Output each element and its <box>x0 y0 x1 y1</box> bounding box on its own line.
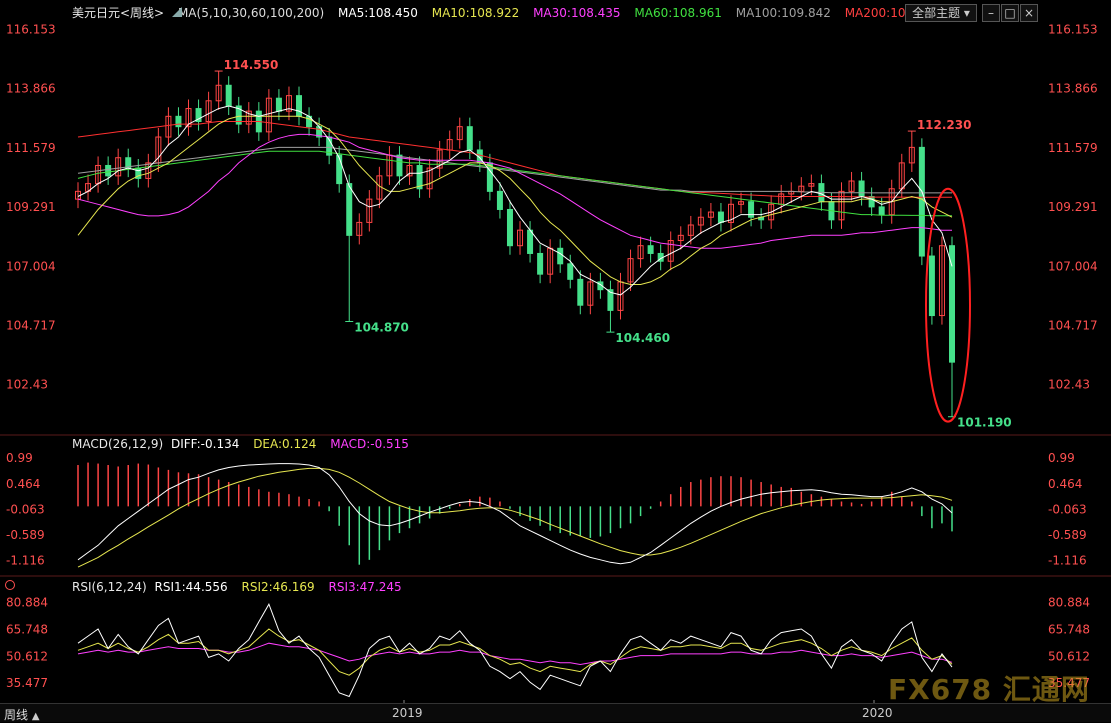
theme-button[interactable]: 全部主题 ▾ <box>905 4 977 22</box>
rsi-tick-right: 50.612 <box>1048 649 1090 663</box>
rsi-tick-left: 80.884 <box>6 596 48 610</box>
price-tick-right: 104.717 <box>1048 318 1098 332</box>
candle-body <box>567 263 574 280</box>
macd-tick-right: -1.116 <box>1048 554 1087 568</box>
candle-body <box>537 252 544 275</box>
year-label-2020: 2020 <box>862 706 893 720</box>
macd-config-label: MACD(26,12,9) <box>72 437 164 451</box>
ma5-value: MA5:108.450 <box>338 6 418 20</box>
theme-button-label: 全部主题 <box>912 6 961 20</box>
price-annotation: 114.550 <box>224 58 279 72</box>
period-selector[interactable]: 周线 ▲ <box>4 706 40 723</box>
macd-tick-left: -0.063 <box>6 502 45 516</box>
ma60-value: MA60:108.961 <box>634 6 722 20</box>
price-tick-right: 102.43 <box>1048 378 1090 392</box>
candle-body <box>506 208 513 247</box>
rsi-tick-left: 50.612 <box>6 649 48 663</box>
ma-config-label: MA(5,10,30,60,100,200) <box>177 6 325 20</box>
candle-body <box>175 115 182 128</box>
candle-body <box>868 196 875 208</box>
price-tick-right: 111.579 <box>1048 141 1098 155</box>
price-annotation: 112.230 <box>917 118 972 132</box>
candle-body <box>275 97 282 112</box>
candle-body <box>577 278 584 306</box>
candle-body <box>225 84 232 107</box>
price-tick-right: 116.153 <box>1048 23 1098 37</box>
candle-body <box>527 229 534 254</box>
ma30-value: MA30:108.435 <box>533 6 621 20</box>
candle-body <box>928 255 935 317</box>
macd-tick-left: 0.464 <box>6 477 40 491</box>
price-tick-right: 109.291 <box>1048 200 1098 214</box>
ma100-value: MA100:109.842 <box>735 6 831 20</box>
candle-body <box>296 95 303 117</box>
candle-body <box>918 146 925 257</box>
macd-tick-right: 0.99 <box>1048 451 1075 465</box>
candle-body <box>949 245 955 363</box>
price-tick-left: 113.866 <box>6 82 56 96</box>
price-tick-left: 104.717 <box>6 318 56 332</box>
rsi-tick-right: 65.748 <box>1048 622 1090 636</box>
price-tick-left: 102.43 <box>6 378 48 392</box>
candle-body <box>858 180 865 198</box>
candle-body <box>496 190 503 210</box>
chart-canvas[interactable]: 116.153 116.153 113.866 113.866 111.579 111.5… <box>0 0 1111 721</box>
macd-tick-left: -1.116 <box>6 554 45 568</box>
price-tick-left: 109.291 <box>6 200 56 214</box>
price-tick-right: 113.866 <box>1048 82 1098 96</box>
candle-body <box>878 206 885 216</box>
macd-header: MACD(26,12,9) DIFF:-0.134 DEA:0.124 MACD… <box>72 437 419 451</box>
rsi-tick-left: 65.748 <box>6 622 48 636</box>
rsi-tick-right: 80.884 <box>1048 596 1090 610</box>
close-icon[interactable]: × <box>1020 4 1038 22</box>
candle-body <box>647 245 654 254</box>
chevron-down-icon: ▾ <box>963 6 970 20</box>
candle-body <box>336 154 343 185</box>
price-annotation: 101.190 <box>957 416 1012 430</box>
price-annotation: 104.870 <box>354 321 409 335</box>
macd-diff-value: DIFF:-0.134 <box>170 437 240 451</box>
macd-dea-value: DEA:0.124 <box>253 437 317 451</box>
price-tick-left: 107.004 <box>6 259 56 273</box>
rsi-config-label: RSI(6,12,24) <box>72 580 147 594</box>
candle-body <box>717 211 724 223</box>
candle-body <box>105 164 112 177</box>
price-tick-left: 116.153 <box>6 23 56 37</box>
candle-body <box>466 126 473 151</box>
macd-tick-right: 0.464 <box>1048 477 1082 491</box>
bottom-bar: 周线 ▲ 2019 2020 <box>0 703 1111 722</box>
macd-tick-right: -0.589 <box>1048 528 1087 542</box>
rsi3-value: RSI3:47.245 <box>328 580 402 594</box>
period-label: 周线 <box>4 708 29 722</box>
rsi-header: RSI(6,12,24) RSI1:44.556 RSI2:46.169 RSI… <box>72 580 412 594</box>
price-tick-left: 111.579 <box>6 141 56 155</box>
minimize-icon[interactable]: – <box>982 4 1000 22</box>
ma10-value: MA10:108.922 <box>431 6 520 20</box>
rsi1-value: RSI1:44.556 <box>154 580 228 594</box>
main-header: 美元日元<周线> MA(5,10,30,60,100,200) MA5:108.… <box>72 6 942 20</box>
rsi-tick-left: 35.477 <box>6 676 48 690</box>
maximize-icon[interactable]: □ <box>1001 4 1019 22</box>
year-label-2019: 2019 <box>392 706 423 720</box>
symbol-label: 美元日元<周线> <box>72 6 165 20</box>
candle-body <box>346 183 353 236</box>
triangle-up-icon: ▲ <box>31 711 40 722</box>
macd-tick-left: 0.99 <box>6 451 33 465</box>
price-annotation: 104.460 <box>615 331 670 345</box>
candle-body <box>557 247 564 265</box>
macd-tick-right: -0.063 <box>1048 502 1087 516</box>
macd-tick-left: -0.589 <box>6 528 45 542</box>
rsi2-value: RSI2:46.169 <box>241 580 315 594</box>
rsi-settings-icon[interactable] <box>5 580 15 590</box>
macd-macd-value: MACD:-0.515 <box>330 437 409 451</box>
price-tick-right: 107.004 <box>1048 259 1098 273</box>
watermark-logo: FX678 汇通网 <box>888 673 1090 706</box>
